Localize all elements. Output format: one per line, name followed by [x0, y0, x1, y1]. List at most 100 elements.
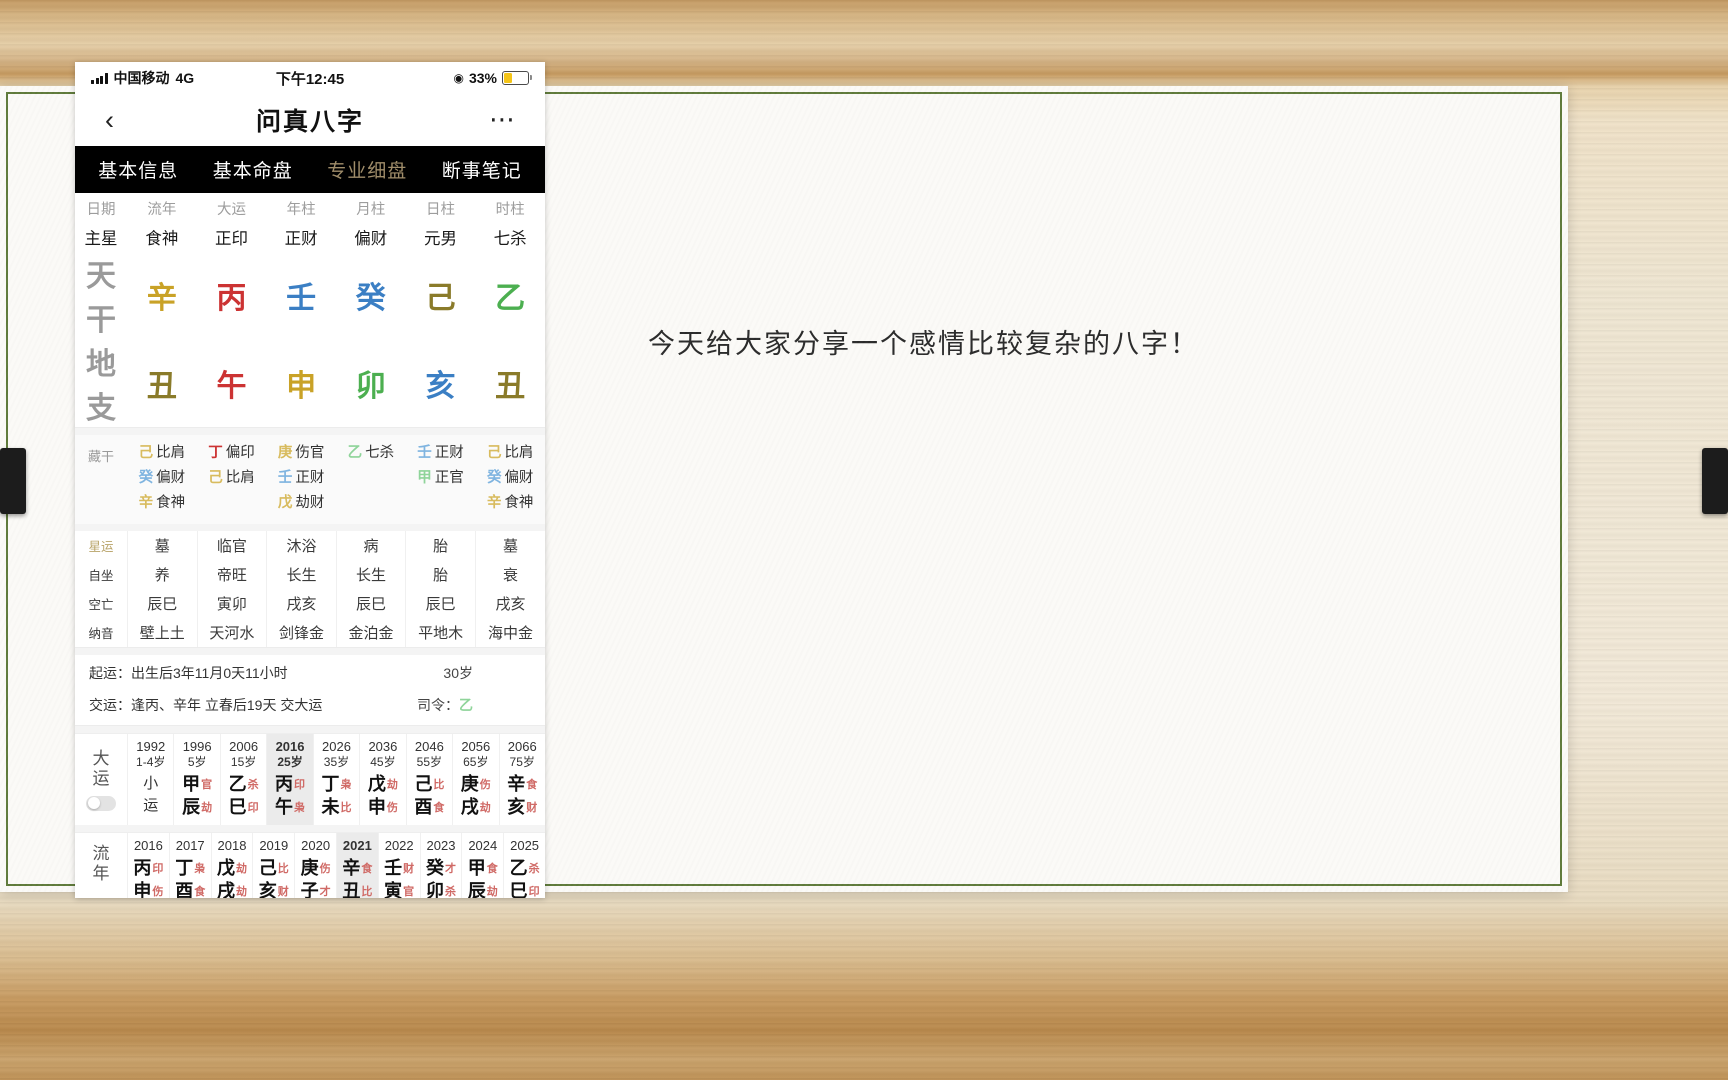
- liunian-cell[interactable]: 2020 庚伤 子才 甲午: [294, 833, 336, 898]
- main-star-row: 主星 食神 正印 正财 偏财 元男 七杀: [75, 223, 545, 251]
- zizuo-day: 胎: [405, 560, 476, 589]
- tab-basic-info[interactable]: 基本信息: [98, 156, 178, 183]
- dayun-year: 2056: [461, 739, 491, 754]
- tab-pro-detail[interactable]: 专业细盘: [327, 156, 407, 183]
- kongwang-day: 辰巳: [405, 589, 476, 618]
- dayun-toggle[interactable]: [86, 795, 116, 811]
- hidden-col-month: 乙七杀: [336, 441, 406, 516]
- liunian-cell[interactable]: 2017 丁枭 酉食 辛卯: [168, 833, 211, 898]
- hidden-stem-char: 辛: [138, 495, 154, 511]
- hidden-col-day: 壬正财 甲正官: [406, 441, 476, 516]
- dayun-cell[interactable]: 2066 75岁 辛食 亥财: [498, 734, 545, 825]
- battery-icon: [502, 71, 532, 85]
- liunian-stem-god: 印: [152, 863, 164, 875]
- liunian-cell[interactable]: 2016 丙印 申伤 庚寅: [127, 833, 169, 898]
- nayin-liunian: 壁上土: [127, 618, 198, 647]
- hidden-stem-char: 癸: [486, 470, 502, 486]
- dayun-stem-char: 乙: [228, 774, 247, 794]
- dayun-cell[interactable]: 2036 45岁 戊劫 申伤: [359, 734, 405, 825]
- dayun-age: 65岁: [463, 755, 489, 769]
- dayun-xiaoyun-1: 小: [143, 775, 159, 792]
- fate-row-kongwang: 空亡 辰巳 寅卯 戌亥 辰巳 辰巳 戌亥: [75, 589, 545, 618]
- liunian-stem-god: 财: [403, 863, 415, 875]
- kongwang-year: 戌亥: [266, 589, 337, 618]
- signal-bars-icon: [91, 72, 108, 84]
- dayun-stem-god: 食: [526, 779, 538, 791]
- liunian-stem: 丙印: [128, 857, 169, 880]
- dayun-branch-god: 枭: [294, 802, 306, 814]
- section-divider-3: [75, 648, 545, 655]
- liunian-stem-char: 丙: [133, 858, 152, 878]
- liunian-branch-god: 印: [528, 886, 540, 898]
- liunian-label-line2: 年: [92, 864, 110, 883]
- dayun-cell[interactable]: 1996 5岁 甲官 辰劫: [173, 734, 219, 825]
- qiyun-value: 出生后3年11月0天11小时: [131, 665, 288, 681]
- pillar-table: 日期 流年 大运 年柱 月柱 日柱 时柱 主星 食神 正印 正财 偏财 元男 七…: [75, 193, 545, 428]
- back-icon[interactable]: ‹: [105, 106, 114, 134]
- liunian-cell[interactable]: 2025 乙杀 巳印 己亥: [503, 833, 545, 898]
- branch-year: 申: [286, 370, 317, 403]
- dayun-cell[interactable]: 2026 35岁 丁枭 未比: [312, 734, 359, 825]
- liunian-cell[interactable]: 2018 戊劫 戌劫 壬辰: [210, 833, 253, 898]
- dayun-cell[interactable]: 2006 15岁 乙杀 巳印: [219, 734, 266, 825]
- dayun-age: 45岁: [370, 755, 396, 769]
- dayun-branch: 戌劫: [453, 796, 498, 819]
- dayun-xiaoyun-2: 运: [143, 797, 159, 814]
- row-label-heaven-stem: 天干: [86, 260, 116, 337]
- branch-dayun: 午: [216, 370, 247, 403]
- hidden-stem-god: 偏财: [504, 470, 534, 486]
- tab-basic-chart[interactable]: 基本命盘: [213, 156, 293, 183]
- liunian-cell-selected[interactable]: 2021 辛食 丑比 乙未: [335, 833, 378, 898]
- liunian-stem: 丁枭: [170, 857, 211, 880]
- dayun-stem: 丙印: [267, 773, 312, 796]
- fate-row-xingyun: 星运 墓 临官 沐浴 病 胎 墓: [75, 531, 545, 560]
- liunian-cell[interactable]: 2024 甲食 辰劫 戊戌: [461, 833, 503, 898]
- dayun-year: 2066: [507, 739, 537, 754]
- liunian-branch-char: 酉: [175, 881, 194, 898]
- hidden-stem-char: 癸: [138, 470, 154, 486]
- hidden-stem-god: 食神: [504, 495, 534, 511]
- branch-month: 卯: [355, 370, 386, 403]
- branch-hour: 丑: [495, 370, 526, 403]
- main-star-hour: 七杀: [493, 230, 527, 248]
- liunian-cell[interactable]: 2019 己比 亥财 癸巳: [252, 833, 294, 898]
- col-header-year: 年柱: [286, 201, 316, 218]
- hidden-stem-god: 比肩: [156, 445, 186, 461]
- dayun-stem: 乙杀: [221, 773, 266, 796]
- liunian-cell[interactable]: 2022 壬财 寅官 丙申: [377, 833, 420, 898]
- dayun-branch-char: 酉: [414, 797, 433, 817]
- board-clamp-left: [0, 448, 26, 514]
- tab-notes[interactable]: 断事笔记: [442, 156, 522, 183]
- section-divider-4: [75, 726, 545, 733]
- liunian-branch: 子才: [295, 880, 336, 898]
- dayun-age: 5岁: [187, 755, 207, 769]
- dayun-age: 25岁: [277, 755, 303, 769]
- dayun-cell[interactable]: 2046 55岁 己比 酉食: [405, 734, 452, 825]
- dayun-branch-char: 戌: [460, 797, 479, 817]
- siling-label: 司令：: [417, 697, 459, 713]
- dayun-year: 2046: [414, 739, 444, 754]
- liunian-branch-god: 劫: [235, 886, 247, 898]
- liunian-cells: 2016 丙印 申伤 庚寅 2017 丁枭 酉食 辛卯 2018 戊劫 戌劫 壬…: [127, 833, 545, 898]
- dayun-cell-selected[interactable]: 2016 25岁 丙印 午枭: [266, 734, 313, 825]
- branch-day: 亥: [425, 370, 456, 403]
- row-label-hidden-stems: 藏干: [87, 449, 114, 464]
- ellipsis-icon[interactable]: ⋯: [489, 107, 517, 132]
- dayun-stem-god: 杀: [247, 779, 259, 791]
- hidden-stem-char: 庚: [277, 445, 293, 461]
- liunian-stem-char: 壬: [384, 858, 403, 878]
- xingyun-day: 胎: [405, 531, 476, 560]
- kongwang-month: 辰巳: [335, 589, 406, 618]
- dayun-stem-god: 官: [201, 779, 213, 791]
- dayun-branch: 巳印: [221, 796, 266, 819]
- zizuo-year: 长生: [266, 560, 337, 589]
- liunian-cell[interactable]: 2023 癸才 卯杀 丁酉: [419, 833, 462, 898]
- hidden-stem-char: 乙: [347, 445, 363, 461]
- hidden-stem-char: 壬: [277, 470, 293, 486]
- dayun-cell[interactable]: 1992 1-4岁 小 运: [127, 734, 173, 825]
- dayun-cell[interactable]: 2056 65岁 庚伤 戌劫: [452, 734, 498, 825]
- status-time: 下午12:45: [275, 70, 345, 88]
- dayun-label-line1: 大: [92, 748, 110, 768]
- liunian-stem: 庚伤: [295, 857, 336, 880]
- liunian-year: 2022: [384, 838, 414, 853]
